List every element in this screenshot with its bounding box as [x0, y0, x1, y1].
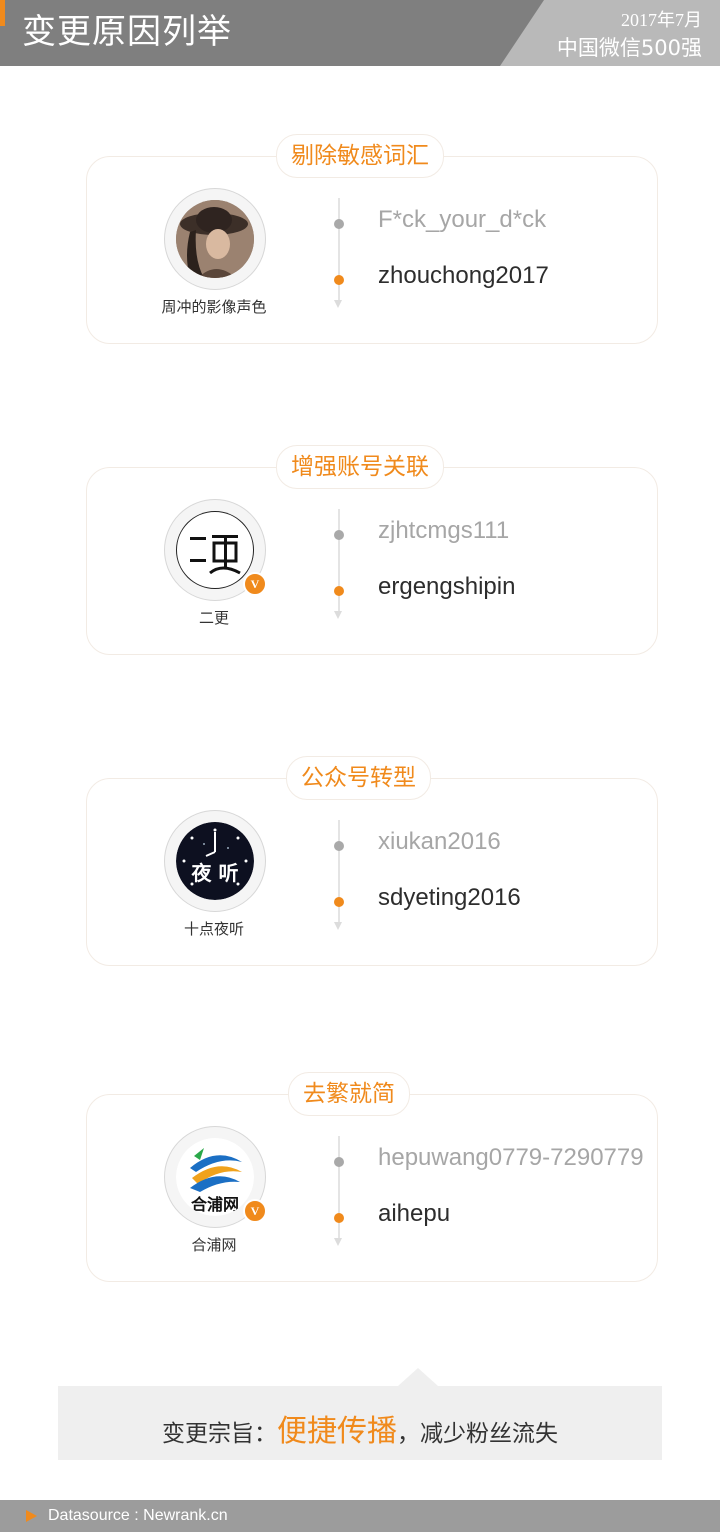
old-id-dot [334, 219, 344, 229]
header-date: 2017年7月 [621, 10, 702, 30]
timeline-arrow-icon [334, 922, 342, 930]
account-name: 十点夜听 [183, 920, 244, 938]
old-account-id: xiukan2016 [378, 828, 501, 855]
page-title: 变更原因列举 [22, 12, 232, 52]
avatar-text: 合浦网 [191, 1195, 239, 1214]
old-id-dot [334, 841, 344, 851]
new-id-dot [334, 586, 344, 596]
verified-badge-icon: V [243, 572, 267, 596]
timeline-arrow-icon [334, 611, 342, 619]
reason-tag: 剔除敏感词汇 [276, 134, 444, 178]
summary-box: 变更宗旨：便捷传播，减少粉丝流失 [58, 1368, 662, 1460]
reason-tag: 增强账号关联 [276, 445, 444, 489]
summary-suffix: ，减少粉丝流失 [397, 1421, 558, 1447]
account-name: 合浦网 [191, 1236, 237, 1254]
datasource-text: Datasource : Newrank.cn [48, 1507, 228, 1524]
summary-notch [398, 1368, 438, 1386]
ergeng-logo-avatar-icon [176, 511, 254, 589]
avatar[interactable]: 合浦网 V [164, 1126, 267, 1228]
timeline-arrow-icon [334, 300, 342, 308]
new-id-dot [334, 275, 344, 285]
footer-bar: Datasource : Newrank.cn [0, 1500, 720, 1532]
new-account-id: aihepu [378, 1200, 451, 1227]
change-reason-section: 增强账号关联 V 二更 zjhtcmgs111 ergengshipin [86, 445, 658, 655]
old-id-dot [334, 530, 344, 540]
header-bar: 变更原因列举 2017年7月 中国微信500强 [0, 0, 720, 66]
avatar[interactable]: 夜 听 [164, 810, 266, 912]
verified-badge-icon: V [243, 1199, 267, 1223]
timeline-line [338, 198, 340, 302]
old-account-id: hepuwang0779-7290779 [378, 1144, 644, 1171]
summary-prefix: 变更宗旨： [162, 1421, 277, 1447]
new-account-id: zhouchong2017 [378, 262, 549, 289]
new-account-id: sdyeting2016 [378, 884, 521, 911]
timeline-arrow-icon [334, 1238, 342, 1246]
reason-tag: 去繁就简 [288, 1072, 410, 1116]
avatar-text: 夜 听 [191, 861, 239, 885]
account-name: 周冲的影像声色 [161, 298, 267, 316]
new-id-dot [334, 897, 344, 907]
timeline-line [338, 509, 340, 613]
change-reason-section: 去繁就简 合浦网 V 合浦网 hepuwang0779-7290779 aihe… [86, 1072, 658, 1282]
old-id-dot [334, 1157, 344, 1167]
clock-night-avatar-icon: 夜 听 [176, 822, 254, 900]
avatar[interactable] [164, 188, 266, 290]
avatar[interactable]: V [164, 499, 267, 601]
old-account-id: zjhtcmgs111 [378, 517, 510, 544]
summary-highlight: 便捷传播 [277, 1414, 397, 1449]
timeline-line [338, 820, 340, 924]
header-subtitle: 中国微信500强 [556, 36, 702, 60]
timeline-line [338, 1136, 340, 1240]
change-reason-section: 公众号转型 夜 听 十点夜听 xiukan2016 sdyeting2016 [86, 756, 658, 966]
change-reason-section: 剔除敏感词汇 周冲的影像声色 F*ck_your_d*ck zhouchong2… [86, 134, 658, 344]
account-name: 二更 [198, 609, 229, 627]
new-id-dot [334, 1213, 344, 1223]
woman-portrait-avatar-icon [176, 200, 254, 278]
header-accent-mark [0, 0, 5, 26]
hepu-logo-avatar-icon: 合浦网 [176, 1138, 254, 1216]
new-account-id: ergengshipin [378, 573, 516, 600]
summary-text: 变更宗旨：便捷传播，减少粉丝流失 [58, 1406, 662, 1450]
old-account-id: F*ck_your_d*ck [378, 206, 547, 233]
play-arrow-icon [26, 1510, 37, 1522]
reason-tag: 公众号转型 [286, 756, 431, 800]
